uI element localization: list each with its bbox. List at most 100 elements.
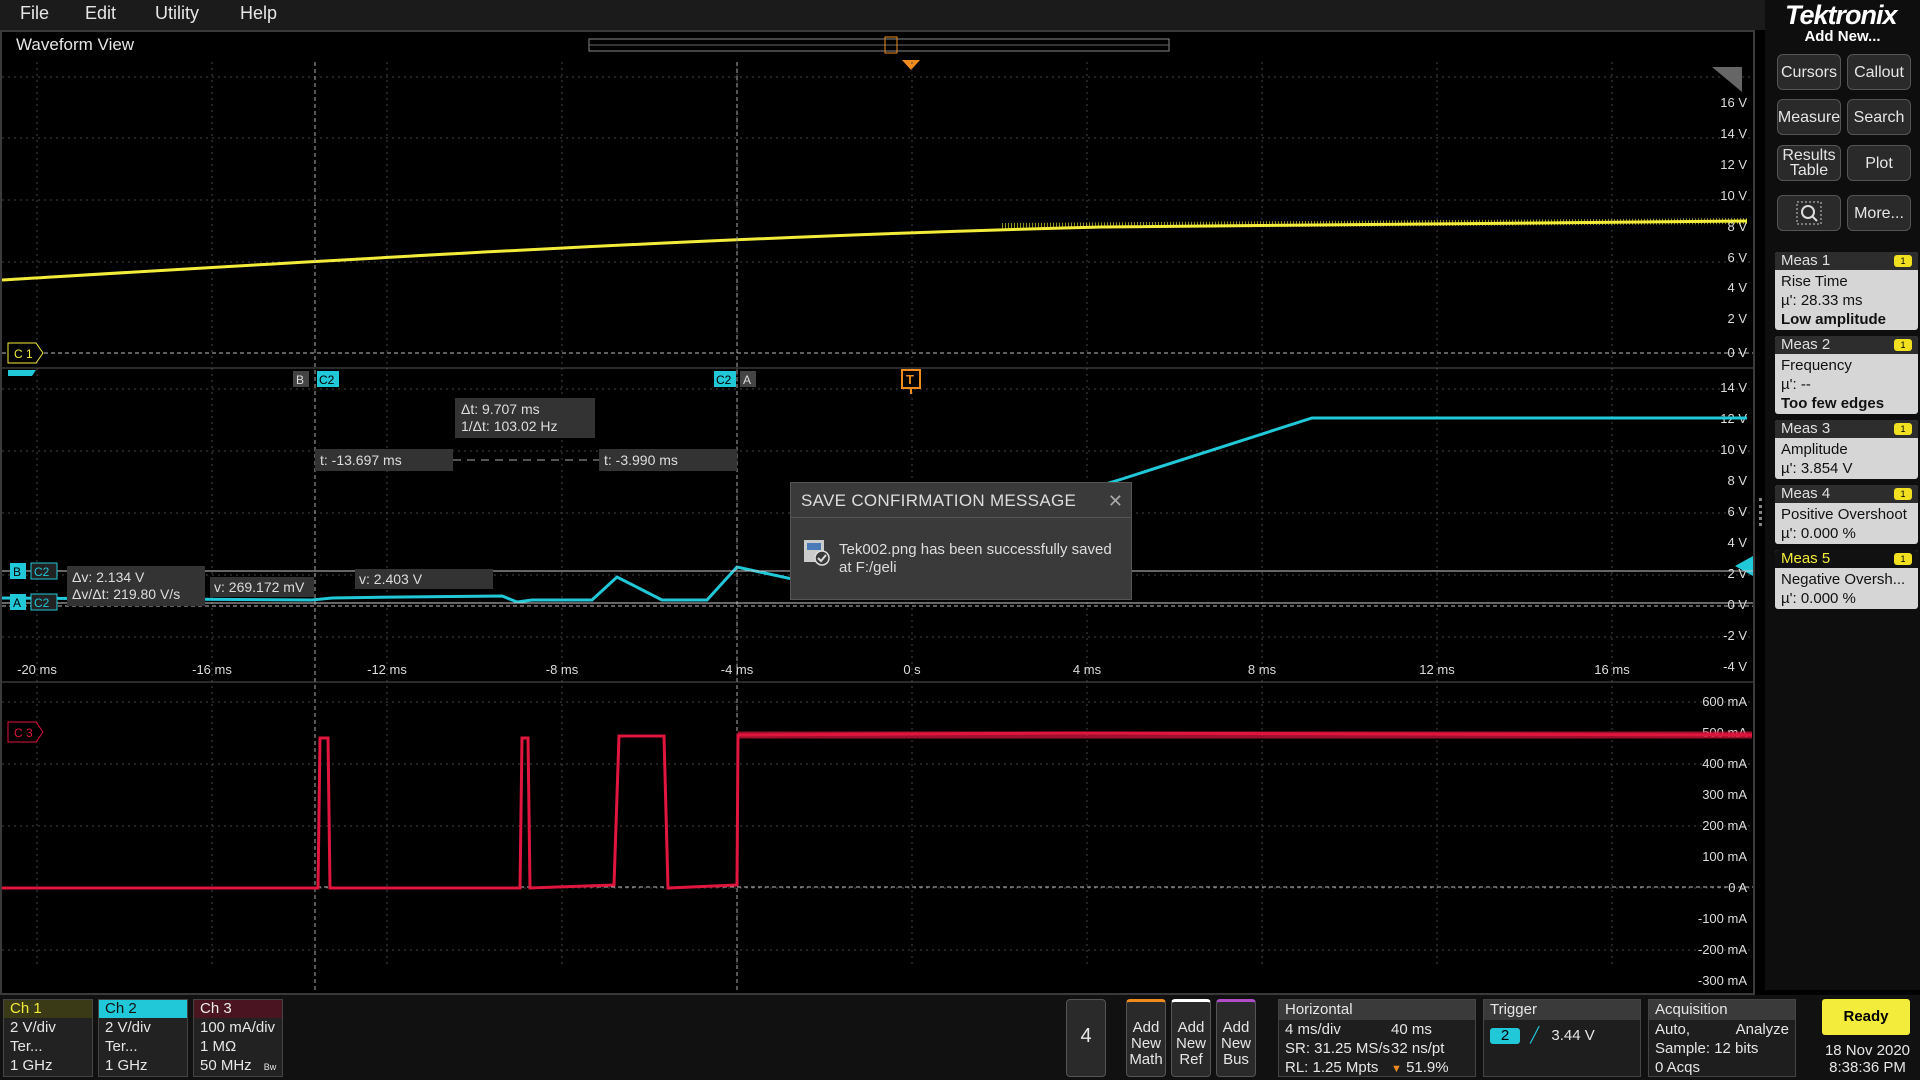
ch3-tick: -100 mA [1698, 911, 1747, 926]
plot-button[interactable]: Plot [1847, 145, 1911, 181]
acquisition-panel[interactable]: Acquisition Auto, Analyze Sample: 12 bits… [1648, 999, 1796, 1077]
zoom-icon [1796, 201, 1822, 225]
more-button[interactable]: More... [1847, 195, 1911, 231]
trigger-position-marker[interactable] [902, 60, 920, 70]
sample-rate: SR: 31.25 MS/s [1285, 1040, 1391, 1057]
meas-4-type: Positive Overshoot [1781, 506, 1907, 523]
trigger-position-value: 51.9% [1406, 1059, 1449, 1076]
meas-1-badge[interactable]: Meas 1 1 Rise Time µ': 28.33 ms Low ampli… [1775, 252, 1918, 330]
trigger-panel[interactable]: Trigger 2 ╱ 3.44 V [1483, 999, 1641, 1077]
ch3-tick: 300 mA [1702, 787, 1747, 802]
h-cursor-a-tag[interactable]: A C2 [10, 593, 58, 611]
time-tick: 0 s [903, 662, 921, 677]
time-tick: 4 ms [1073, 662, 1102, 677]
ch3-tick: -300 mA [1698, 973, 1747, 988]
cursor-delta-readout: Δt: 9.707 ms 1/Δt: 103.02 Hz [455, 398, 595, 438]
trigger-title: Trigger [1484, 1000, 1640, 1020]
meas-3-type: Amplitude [1781, 441, 1848, 458]
time: 8:38:36 PM [1829, 1059, 1906, 1076]
ch2-tick: 0 V [1727, 597, 1747, 612]
acquisition-title: Acquisition [1649, 1000, 1795, 1020]
menu-file[interactable]: File [20, 3, 49, 24]
h-cursor-a-source: C2 [34, 596, 50, 610]
ch1-badge-label: C 1 [14, 347, 33, 361]
ch1-noise [1001, 218, 1748, 229]
acquisition-mode: Auto, [1655, 1021, 1691, 1038]
trigger-t-marker[interactable]: T [901, 369, 921, 394]
cursor-a-time-readout: t: -3.990 ms [599, 449, 737, 471]
ch1-waveform [2, 219, 1748, 282]
ch3-badge-label: C 3 [14, 726, 33, 740]
cursor-a-tag[interactable]: C2 A [714, 371, 756, 387]
measure-button[interactable]: Measure [1777, 99, 1841, 135]
menu-edit[interactable]: Edit [85, 3, 116, 24]
ch1-tick: 14 V [1720, 126, 1747, 141]
cursor-a-voltage-readout: v: 2.403 V [355, 569, 493, 589]
acquisition-analyze: Analyze [1735, 1021, 1789, 1038]
ch2-badge[interactable] [8, 370, 36, 376]
horizontal-scale: 4 ms/div [1285, 1021, 1341, 1038]
brand-logo: Tektronix [1785, 0, 1898, 30]
horizontal-title: Horizontal [1279, 1000, 1475, 1020]
sidebar-resize-handle[interactable] [1759, 498, 1764, 526]
search-button[interactable]: Search [1847, 99, 1911, 135]
meas-3-badge[interactable]: Meas 3 1 Amplitude µ': 3.854 V [1775, 420, 1918, 479]
time-tick: -20 ms [17, 662, 57, 677]
ch1-name: Ch 1 [4, 1000, 92, 1018]
cursor-b-source: C2 [319, 373, 335, 387]
cursor-a-source: C2 [716, 373, 732, 387]
ch3-badge-panel[interactable]: Ch 3 100 mA/div 1 MΩ 50 MHz Bw [193, 999, 283, 1077]
ch1-badge-panel[interactable]: Ch 1 2 V/div Ter... 1 GHz [3, 999, 93, 1077]
settings-bar: Ch 1 2 V/div Ter... 1 GHz Ch 2 2 V/div T… [0, 995, 1920, 1080]
trigger-position: ▼ 51.9% [1391, 1058, 1449, 1079]
meas-2-type: Frequency [1781, 357, 1852, 374]
ch1-badge[interactable]: C 1 [7, 342, 44, 364]
ch1-bandwidth: 1 GHz [10, 1057, 53, 1074]
time-tick: -4 ms [721, 662, 754, 677]
results-table-button[interactable]: Results Table [1777, 145, 1841, 181]
time-tick: -16 ms [192, 662, 232, 677]
ch1-tick: 6 V [1727, 250, 1747, 265]
menu-utility[interactable]: Utility [155, 3, 199, 24]
run-status-button[interactable]: Ready [1822, 999, 1910, 1035]
add-new-math-button[interactable]: Add New Math [1126, 999, 1166, 1077]
meas-3-name: Meas 3 [1781, 420, 1831, 437]
meas-1-type: Rise Time [1781, 273, 1848, 290]
meas-5-value: µ': 0.000 % [1781, 590, 1856, 607]
h-cursor-b-tag[interactable]: B C2 [10, 562, 58, 580]
acquisition-count: 0 Acqs [1655, 1059, 1701, 1076]
cursors-button[interactable]: Cursors [1777, 54, 1841, 90]
ch2-tick: 10 V [1720, 442, 1747, 457]
add-new-ref-button[interactable]: Add New Ref [1171, 999, 1211, 1077]
ch2-name: Ch 2 [99, 1000, 187, 1018]
dialog-close-icon[interactable]: ✕ [1108, 491, 1123, 512]
date-time: 18 Nov 2020 8:38:36 PM [1820, 1042, 1915, 1076]
zoom-button[interactable] [1777, 195, 1841, 231]
ch1-termination: Ter... [10, 1038, 43, 1055]
horizontal-duration: 40 ms [1391, 1021, 1432, 1038]
ch3-tick: 0 A [1728, 880, 1747, 895]
time-tick: -8 ms [546, 662, 579, 677]
callout-button[interactable]: Callout [1847, 54, 1911, 90]
zoom-corner-icon[interactable] [1712, 67, 1742, 92]
meas-2-badge[interactable]: Meas 2 1 Frequency µ': -- Too few edges [1775, 336, 1918, 414]
date: 18 Nov 2020 [1824, 1042, 1911, 1059]
add-new-bus-button[interactable]: Add New Bus [1216, 999, 1256, 1077]
trigger-t-letter: T [906, 372, 914, 387]
ch3-tick: 100 mA [1702, 849, 1747, 864]
cursor-b-tag[interactable]: B C2 [293, 371, 339, 387]
meas-5-badge[interactable]: Meas 5 1 Negative Oversh... µ': 0.000 % [1775, 550, 1918, 609]
channel-4-button[interactable]: 4 [1066, 999, 1106, 1077]
ch3-badge[interactable]: C 3 [7, 721, 44, 743]
ch2-tick: -4 V [1723, 659, 1747, 674]
horizontal-panel[interactable]: Horizontal 4 ms/div 40 ms SR: 31.25 MS/s 3… [1278, 999, 1476, 1077]
meas-4-badge[interactable]: Meas 4 1 Positive Overshoot µ': 0.000 % [1775, 485, 1918, 544]
ch1-tick: 10 V [1720, 188, 1747, 203]
dv-dt-value: Δv/Δt: 219.80 V/s [72, 586, 180, 602]
ch3-graticule [2, 701, 1753, 951]
meas-1-note: Low amplitude [1781, 311, 1886, 328]
ch2-tick: 14 V [1720, 380, 1747, 395]
ch2-badge-panel[interactable]: Ch 2 2 V/div Ter... 1 GHz [98, 999, 188, 1077]
menu-help[interactable]: Help [240, 3, 277, 24]
ch2-termination: Ter... [105, 1038, 138, 1055]
